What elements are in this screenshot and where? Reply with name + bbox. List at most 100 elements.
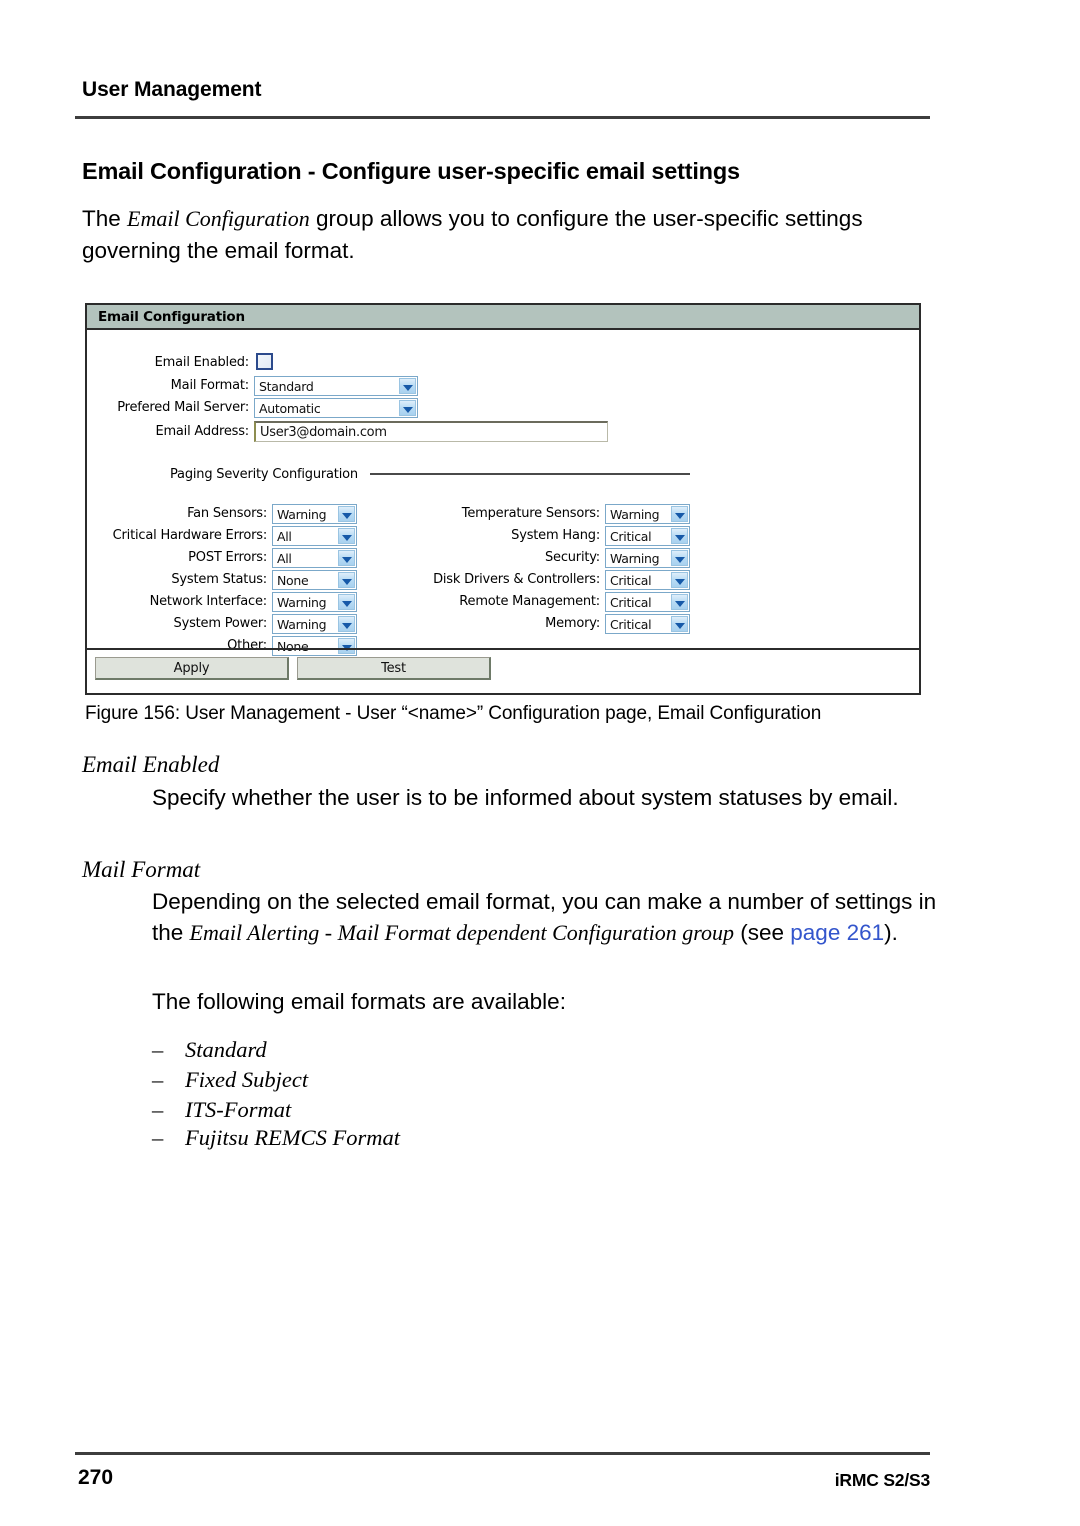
prefered-mail-server-select[interactable]: Automatic xyxy=(254,398,418,418)
disk-drivers-controllers-dropdown-button[interactable] xyxy=(671,572,688,588)
temperature-sensors-label: Temperature Sensors: xyxy=(461,506,600,521)
memory-dropdown-button[interactable] xyxy=(671,616,688,632)
format-list-item-fixed-subject: Fixed Subject xyxy=(185,1067,309,1092)
chevron-down-icon xyxy=(403,407,413,413)
chevron-down-icon xyxy=(675,601,685,607)
temperature-sensors-value: Warning xyxy=(610,507,660,522)
format-list-item-standard: Standard xyxy=(185,1037,267,1062)
test-button[interactable]: Test xyxy=(297,657,491,680)
fan-sensors-dropdown-button[interactable] xyxy=(338,506,355,522)
chevron-down-icon xyxy=(675,623,685,629)
memory-select[interactable]: Critical xyxy=(605,614,690,634)
security-select[interactable]: Warning xyxy=(605,548,690,568)
document-page: User Management Email Configuration - Co… xyxy=(0,0,1080,1526)
network-interface-label: Network Interface: xyxy=(149,594,268,609)
network-interface-dropdown-button[interactable] xyxy=(338,594,355,610)
post-errors-select[interactable]: All xyxy=(272,548,357,568)
security-value: Warning xyxy=(610,551,660,566)
email-address-value: User3@domain.com xyxy=(260,425,387,440)
fan-sensors-select[interactable]: Warning xyxy=(272,504,357,524)
figure-caption: Figure 156: User Management - User “<nam… xyxy=(85,703,822,724)
temperature-sensors-select[interactable]: Warning xyxy=(605,504,690,524)
header-rule xyxy=(75,116,930,119)
section-heading: Email Configuration - Configure user-spe… xyxy=(82,158,740,184)
definition-term-mail-format: Mail Format xyxy=(82,857,201,882)
system-power-label: System Power: xyxy=(173,616,268,631)
chevron-down-icon xyxy=(342,601,352,607)
email-enabled-label: Email Enabled: xyxy=(154,355,250,370)
format-list-item-its-format: ITS-Format xyxy=(185,1097,292,1122)
temperature-sensors-dropdown-button[interactable] xyxy=(671,506,688,522)
definition-body-email-enabled: Specify whether the user is to be inform… xyxy=(152,785,899,810)
dash-marker-3: – xyxy=(152,1125,164,1150)
chevron-down-icon xyxy=(675,535,685,541)
post-errors-dropdown-button[interactable] xyxy=(338,550,355,566)
critical-hardware-errors-dropdown-button[interactable] xyxy=(338,528,355,544)
remote-management-dropdown-button[interactable] xyxy=(671,594,688,610)
system-hang-dropdown-button[interactable] xyxy=(671,528,688,544)
mail-format-row: Mail Format: xyxy=(87,378,250,399)
system-power-dropdown-button[interactable] xyxy=(338,616,355,632)
system-status-dropdown-button[interactable] xyxy=(338,572,355,588)
definition-body-formats-intro: The following email formats are availabl… xyxy=(152,989,566,1014)
chevron-down-icon xyxy=(342,513,352,519)
chevron-down-icon xyxy=(342,557,352,563)
email-enabled-checkbox[interactable] xyxy=(256,353,273,370)
system-power-value: Warning xyxy=(277,617,327,632)
mail-format-label: Mail Format: xyxy=(170,378,250,393)
security-label: Security: xyxy=(544,550,600,565)
prefered-mail-server-label: Prefered Mail Server: xyxy=(117,400,249,415)
mail-format-text-mid: (see xyxy=(734,920,791,945)
system-status-label: System Status: xyxy=(171,572,267,587)
chevron-down-icon xyxy=(342,535,352,541)
panel-titlebar: Email Configuration xyxy=(87,305,919,330)
footer-page-number: 270 xyxy=(78,1466,114,1489)
mail-format-text-italic: Email Alerting - Mail Format dependent C… xyxy=(189,920,734,945)
intro-text-italic: Email Configuration xyxy=(127,206,310,231)
footer-product-name: iRMC S2/S3 xyxy=(834,1470,930,1490)
prefered-mail-server-dropdown-button[interactable] xyxy=(399,400,416,416)
prefered-mail-server-row: Prefered Mail Server: xyxy=(87,400,249,421)
mail-format-select[interactable]: Standard xyxy=(254,376,418,396)
system-status-select[interactable]: None xyxy=(272,570,357,590)
chevron-down-icon xyxy=(675,579,685,585)
panel-title: Email Configuration xyxy=(98,309,245,325)
system-hang-value: Critical xyxy=(610,529,652,544)
apply-button[interactable]: Apply xyxy=(95,657,289,680)
chevron-down-icon xyxy=(675,557,685,563)
disk-drivers-controllers-select[interactable]: Critical xyxy=(605,570,690,590)
page-261-link[interactable]: page 261 xyxy=(790,920,884,945)
mail-format-text-after: ). xyxy=(884,920,898,945)
chevron-down-icon xyxy=(342,579,352,585)
system-hang-select[interactable]: Critical xyxy=(605,526,690,546)
chevron-down-icon xyxy=(675,513,685,519)
disk-drivers-controllers-value: Critical xyxy=(610,573,652,588)
panel-button-bar: Apply Test xyxy=(87,648,919,693)
dash-marker-0: – xyxy=(152,1037,164,1062)
prefered-mail-server-value: Automatic xyxy=(259,401,321,416)
remote-management-select[interactable]: Critical xyxy=(605,592,690,612)
critical-hardware-errors-select[interactable]: All xyxy=(272,526,357,546)
email-configuration-screenshot: Email Configuration Email Enabled: Mail … xyxy=(85,303,921,695)
paging-severity-legend: Paging Severity Configuration xyxy=(170,467,358,482)
chevron-down-icon xyxy=(403,385,413,391)
post-errors-value: All xyxy=(277,551,292,566)
intro-paragraph: The Email Configuration group allows you… xyxy=(82,203,930,267)
post-errors-label: POST Errors: xyxy=(188,550,267,565)
system-power-select[interactable]: Warning xyxy=(272,614,357,634)
format-list-item-fujitsu-remcs: Fujitsu REMCS Format xyxy=(185,1125,400,1150)
panel-body: Email Enabled: Mail Format: Standard Pre… xyxy=(87,330,919,693)
security-dropdown-button[interactable] xyxy=(671,550,688,566)
critical-hardware-errors-label: Critical Hardware Errors: xyxy=(112,528,268,543)
email-address-input[interactable]: User3@domain.com xyxy=(254,421,608,442)
system-status-value: None xyxy=(277,573,309,588)
mail-format-dropdown-button[interactable] xyxy=(399,378,416,394)
chevron-down-icon xyxy=(342,623,352,629)
system-hang-label: System Hang: xyxy=(511,528,600,543)
mail-format-value: Standard xyxy=(259,379,314,394)
email-address-label: Email Address: xyxy=(155,424,249,439)
footer-rule xyxy=(75,1452,930,1455)
network-interface-select[interactable]: Warning xyxy=(272,592,357,612)
definition-term-email-enabled: Email Enabled xyxy=(82,752,220,777)
disk-drivers-controllers-label: Disk Drivers & Controllers: xyxy=(433,572,600,587)
